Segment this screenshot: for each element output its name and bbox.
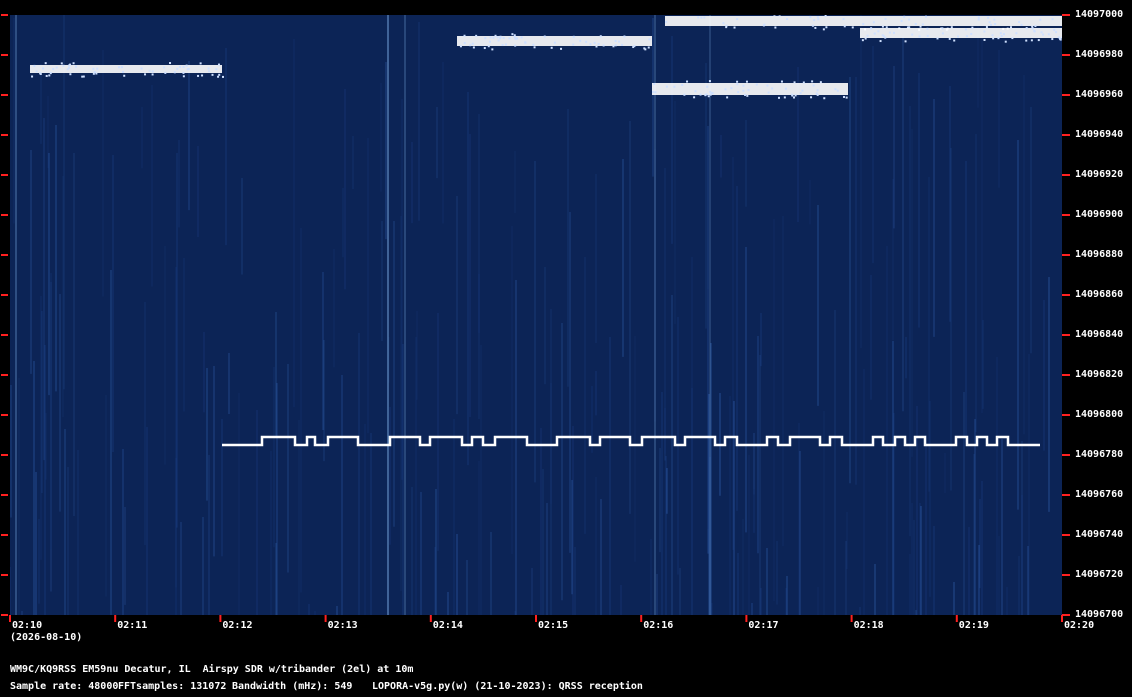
time-tick-label: 02:11 (117, 620, 148, 631)
freq-tick-label: 14096840 (1075, 329, 1124, 340)
freq-tick-label: 14096920 (1075, 169, 1124, 180)
freq-tick-label: 14096740 (1075, 529, 1124, 540)
freq-tick-label: 14096860 (1075, 289, 1124, 300)
freq-tick-label: 14096780 (1075, 449, 1124, 460)
freq-tick-label: 14097000 (1075, 9, 1124, 20)
time-tick-label: 02:19 (958, 620, 989, 631)
freq-tick-label: 14096720 (1075, 569, 1124, 580)
freq-tick-label: 14096760 (1075, 489, 1124, 500)
time-tick-label: 02:17 (748, 620, 779, 631)
time-tick-label: 02:13 (327, 620, 358, 631)
freq-tick-label: 14096980 (1075, 49, 1124, 60)
freq-tick-label: 14096800 (1075, 409, 1124, 420)
time-tick-label: 02:18 (853, 620, 884, 631)
freq-tick-label: 14096960 (1075, 89, 1124, 100)
freq-tick-label: 14096900 (1075, 209, 1124, 220)
freq-tick-label: 14096880 (1075, 249, 1124, 260)
time-tick-label: 02:20 (1064, 620, 1095, 631)
time-tick-label: 02:15 (538, 620, 569, 631)
bandwidth: Bandwidth (mHz): 549 (232, 681, 353, 692)
time-tick-label: 02:14 (432, 620, 463, 631)
fft-samples: FFTsamples: 131072 (118, 681, 227, 692)
time-tick-label: 02:12 (222, 620, 253, 631)
sample-rate: Sample rate: 48000 (10, 681, 119, 692)
date-label: (2026-08-10) (10, 632, 83, 643)
time-tick-label: 02:16 (643, 620, 674, 631)
software-version: LOPORA-v5g.py(w) (21-10-2023): QRSS rece… (372, 681, 643, 692)
freq-tick-label: 14096820 (1075, 369, 1124, 380)
axis-ticks (1, 14, 1070, 622)
station-info: WM9C/KQ9RSS EM59nu Decatur, IL Airspy SD… (10, 664, 414, 675)
time-tick-label: 02:10 (12, 620, 43, 631)
freq-tick-label: 14096940 (1075, 129, 1124, 140)
